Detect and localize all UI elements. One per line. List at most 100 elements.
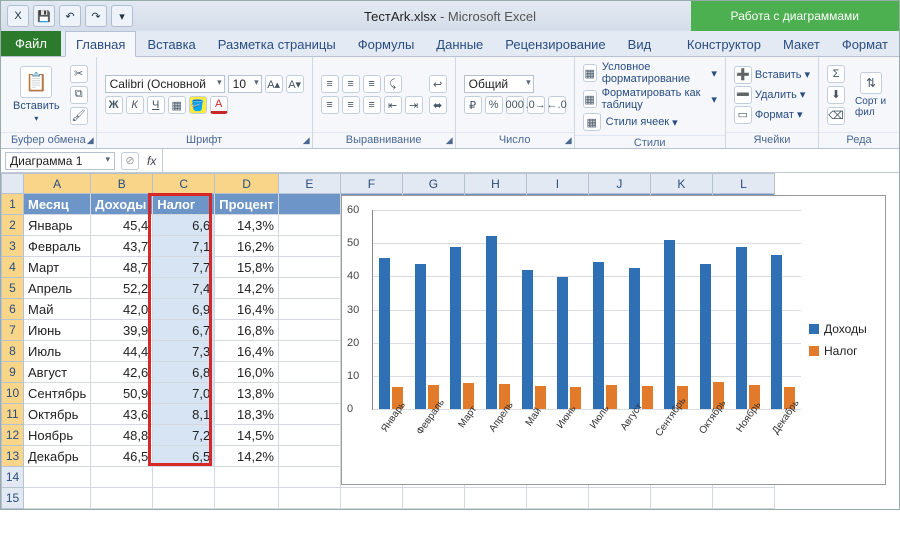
cell[interactable]: Август [24,362,91,383]
chart-bar[interactable] [522,270,533,409]
font-size-combo[interactable]: 10 [228,75,262,93]
tab-data[interactable]: Данные [425,31,494,56]
dialog-launcher-icon[interactable]: ◢ [446,135,453,146]
legend-item[interactable]: Налог [809,344,881,358]
sort-filter-button[interactable]: ⇅ Сорт и фил [851,70,891,120]
col-header[interactable]: E [278,174,340,194]
indent-inc-icon[interactable]: ⇥ [405,96,423,114]
currency-icon[interactable]: ₽ [464,96,482,114]
font-name-combo[interactable]: Calibri (Основной [105,75,225,93]
cond-format-button[interactable]: ▦Условное форматирование ▾ [583,61,717,85]
copy-icon[interactable]: ⧉ [70,86,88,104]
tab-formulas[interactable]: Формулы [347,31,426,56]
redo-icon[interactable]: ↷ [85,5,107,27]
chart-bar[interactable] [450,247,461,409]
row-header[interactable]: 9 [2,362,24,383]
cell[interactable]: 8,1 [153,404,215,425]
cell[interactable]: 50,9 [91,383,153,404]
cell[interactable]: Декабрь [24,446,91,467]
table-header-cell[interactable]: Налог [153,194,215,215]
tab-pagelayout[interactable]: Разметка страницы [207,31,347,56]
table-header-cell[interactable]: Процент [215,194,279,215]
tab-view[interactable]: Вид [617,31,663,56]
cell-styles-button[interactable]: ▦Стили ячеек ▾ [583,113,717,131]
align-right-icon[interactable]: ≡ [363,96,381,114]
cell[interactable]: 42,0 [91,299,153,320]
cell[interactable]: 14,3% [215,215,279,236]
font-color-icon[interactable]: A [210,96,228,114]
cell[interactable]: 13,8% [215,383,279,404]
grow-font-icon[interactable]: A▴ [265,75,283,93]
col-header[interactable]: G [402,174,464,194]
col-header[interactable]: H [464,174,526,194]
cell[interactable]: 18,3% [215,404,279,425]
col-header[interactable]: C [153,174,215,194]
cell[interactable]: 6,8 [153,362,215,383]
cell[interactable]: Февраль [24,236,91,257]
tab-chart-layout[interactable]: Макет [772,31,831,56]
cell[interactable]: 43,6 [91,404,153,425]
cell[interactable]: Июнь [24,320,91,341]
number-format-combo[interactable]: Общий [464,75,534,93]
cell[interactable]: 16,0% [215,362,279,383]
align-bot-icon[interactable]: ≡ [363,75,381,93]
autosum-icon[interactable]: Σ [827,65,845,83]
cell[interactable]: 48,7 [91,257,153,278]
cell[interactable]: 7,0 [153,383,215,404]
undo-icon[interactable]: ↶ [59,5,81,27]
embedded-chart[interactable]: 0102030405060 ЯнварьФевральМартАпрельМай… [341,195,886,485]
cell[interactable]: 16,4% [215,341,279,362]
cell[interactable]: 7,7 [153,257,215,278]
cell[interactable]: Апрель [24,278,91,299]
delete-cells-button[interactable]: ➖Удалить ▾ [734,86,810,104]
format-table-button[interactable]: ▦Форматировать как таблицу ▾ [583,87,717,111]
row-header[interactable]: 3 [2,236,24,257]
bold-button[interactable]: Ж [105,96,123,114]
cell[interactable]: 46,5 [91,446,153,467]
cell[interactable]: Май [24,299,91,320]
cell[interactable]: Март [24,257,91,278]
align-top-icon[interactable]: ≡ [321,75,339,93]
row-header[interactable]: 2 [2,215,24,236]
percent-icon[interactable]: % [485,96,503,114]
dialog-launcher-icon[interactable]: ◢ [303,135,310,146]
formula-input[interactable] [162,149,899,172]
cell[interactable]: 39,9 [91,320,153,341]
cell[interactable]: 7,1 [153,236,215,257]
cell[interactable]: Июль [24,341,91,362]
cell[interactable]: 14,2% [215,278,279,299]
table-header-cell[interactable]: Месяц [24,194,91,215]
row-header[interactable]: 13 [2,446,24,467]
align-left-icon[interactable]: ≡ [321,96,339,114]
comma-icon[interactable]: 000 [506,96,524,114]
cut-icon[interactable]: ✂ [70,65,88,83]
row-header[interactable]: 8 [2,341,24,362]
merge-icon[interactable]: ⬌ [429,96,447,114]
dialog-launcher-icon[interactable]: ◢ [565,135,572,146]
wrap-text-icon[interactable]: ↩ [429,75,447,93]
orientation-icon[interactable]: ⤹ [384,75,402,93]
legend-item[interactable]: Доходы [809,322,881,336]
name-box[interactable]: Диаграмма 1▾ [5,152,115,170]
row-header[interactable]: 6 [2,299,24,320]
row-header[interactable]: 10 [2,383,24,404]
row-header[interactable]: 1 [2,194,24,215]
cell[interactable]: 45,4 [91,215,153,236]
cell[interactable]: 16,8% [215,320,279,341]
cell[interactable]: 52,2 [91,278,153,299]
qat-more-icon[interactable]: ▾ [111,5,133,27]
cell[interactable]: 42,6 [91,362,153,383]
row-header[interactable]: 5 [2,278,24,299]
cell[interactable]: Сентябрь [24,383,91,404]
chart-bar[interactable] [736,247,747,409]
cell[interactable]: Ноябрь [24,425,91,446]
tab-chart-format[interactable]: Формат [831,31,899,56]
col-header[interactable]: L [712,174,774,194]
cell[interactable]: 7,2 [153,425,215,446]
col-header[interactable]: B [91,174,153,194]
excel-icon[interactable]: X [7,5,29,27]
inc-decimal-icon[interactable]: .0→ [527,96,545,114]
shrink-font-icon[interactable]: A▾ [286,75,304,93]
col-header[interactable]: I [526,174,588,194]
table-header-cell[interactable]: Доходы [91,194,153,215]
